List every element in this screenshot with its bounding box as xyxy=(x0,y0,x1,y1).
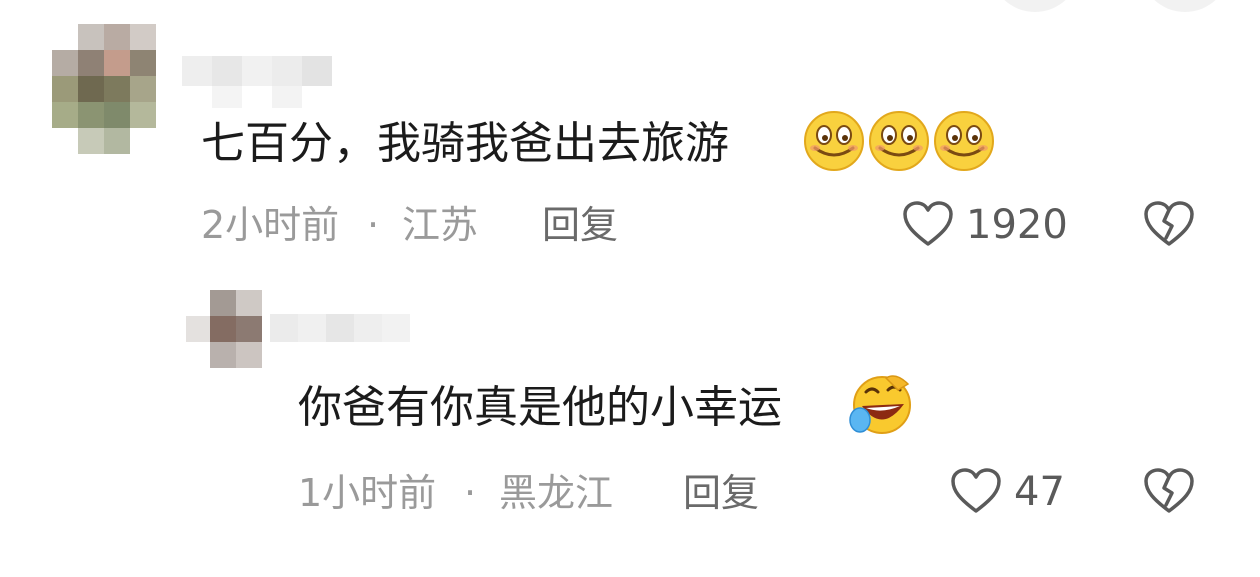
heart-icon[interactable] xyxy=(902,200,954,248)
username-blurred[interactable] xyxy=(182,44,362,108)
comment-time: 1小时前 xyxy=(298,471,437,515)
laugh-cry-emoji xyxy=(849,375,911,434)
comment-time: 2小时前 xyxy=(201,203,340,247)
reply-button[interactable]: 回复 xyxy=(683,474,759,512)
avatar[interactable] xyxy=(52,24,168,158)
comment-text: 你爸有你真是他的小幸运 xyxy=(298,382,782,433)
reply-button[interactable]: 回复 xyxy=(542,206,618,244)
like-count: 47 xyxy=(1014,469,1065,515)
top-action-button-1[interactable] xyxy=(990,0,1080,12)
meta-separator: · xyxy=(464,471,477,515)
comment-text: 七百分，我骑我爸出去旅游 xyxy=(201,118,729,169)
comment-location: 黑龙江 xyxy=(499,471,614,515)
avatar[interactable] xyxy=(186,290,270,370)
heart-icon[interactable] xyxy=(950,467,1002,515)
dislike-heart-icon[interactable] xyxy=(1143,467,1195,515)
meta-separator: · xyxy=(367,203,380,247)
comment-location: 江苏 xyxy=(402,203,479,247)
smile-emoji xyxy=(804,111,864,171)
username-blurred[interactable] xyxy=(270,314,420,354)
smile-emoji xyxy=(934,111,994,171)
like-count: 1920 xyxy=(966,202,1068,248)
dislike-heart-icon[interactable] xyxy=(1143,200,1195,248)
smile-emoji xyxy=(869,111,929,171)
top-action-button-2[interactable] xyxy=(1140,0,1230,12)
